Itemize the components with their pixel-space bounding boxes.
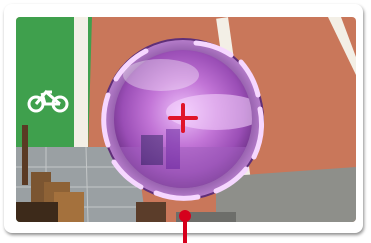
building-post xyxy=(22,125,28,185)
game-scene xyxy=(16,17,356,222)
